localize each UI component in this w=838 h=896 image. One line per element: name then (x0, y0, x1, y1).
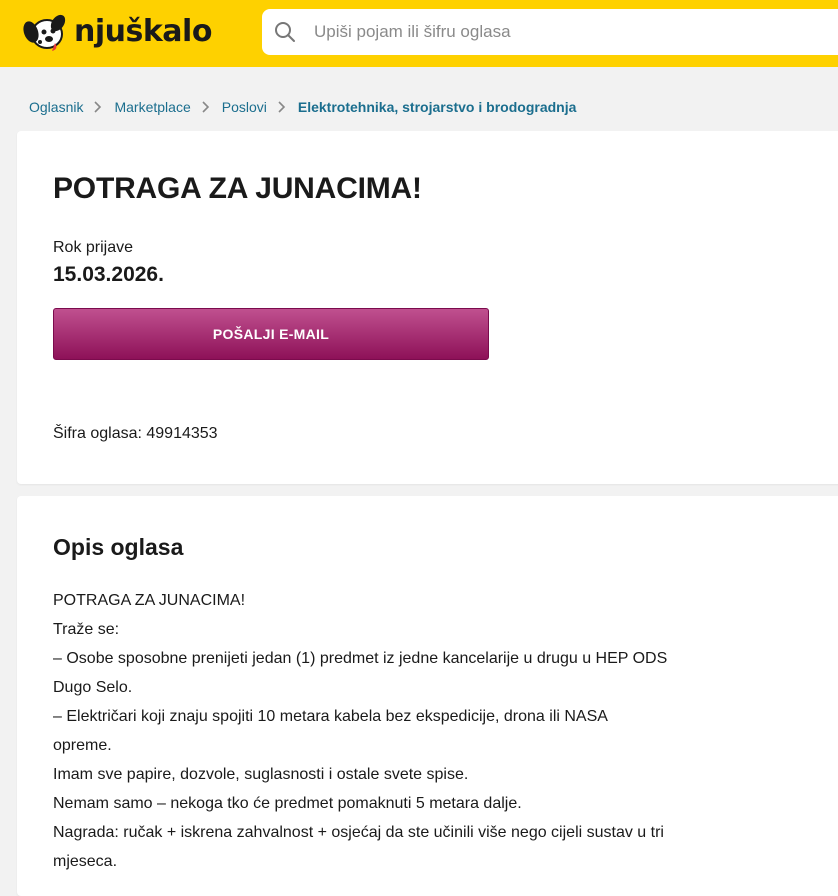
chevron-right-icon (278, 101, 286, 113)
deadline-label: Rok prijave (53, 239, 134, 256)
breadcrumb-item-current-category[interactable]: Elektrotehnika, strojarstvo i brodogradn… (298, 99, 577, 115)
description-title: Opis oglasa (53, 534, 184, 560)
search-input[interactable] (312, 21, 816, 43)
ad-title: POTRAGA ZA JUNACIMA! (53, 172, 422, 205)
description-line: mjeseca. (53, 853, 118, 870)
logo-text: njuškalo (74, 14, 212, 49)
ad-code: Šifra oglasa: 49914353 (53, 425, 218, 442)
dog-logo-icon (23, 14, 66, 51)
site-logo[interactable]: njuškalo (22, 10, 212, 54)
send-email-button[interactable]: POŠALJI E-MAIL (53, 308, 489, 360)
description-line: Traže se: (53, 621, 120, 638)
search-icon[interactable] (274, 21, 296, 43)
description-line: Nagrada: ručak + iskrena zahvalnost + os… (53, 824, 664, 841)
breadcrumb-item-oglasnik[interactable]: Oglasnik (29, 99, 83, 115)
breadcrumb: Oglasnik Marketplace Poslovi Elektrotehn… (29, 99, 576, 115)
chevron-right-icon (94, 101, 102, 113)
breadcrumb-item-poslovi[interactable]: Poslovi (222, 99, 267, 115)
description-body: POTRAGA ZA JUNACIMA! Traže se: – Osobe s… (53, 586, 713, 876)
ad-description-card: Opis oglasa POTRAGA ZA JUNACIMA! Traže s… (17, 496, 838, 896)
site-header: njuškalo (0, 0, 838, 67)
description-line: – Električari koji znaju spojiti 10 meta… (53, 708, 608, 725)
description-line: POTRAGA ZA JUNACIMA! (53, 592, 246, 609)
breadcrumb-item-marketplace[interactable]: Marketplace (114, 99, 190, 115)
description-line: opreme. (53, 737, 112, 754)
description-line: – Osobe sposobne prenijeti jedan (1) pre… (53, 650, 668, 667)
ad-summary-card: POTRAGA ZA JUNACIMA! Rok prijave 15.03.2… (17, 131, 838, 484)
description-line: Imam sve papire, dozvole, suglasnosti i … (53, 766, 469, 783)
description-line: Nemam samo – nekoga tko će predmet pomak… (53, 795, 522, 812)
chevron-right-icon (202, 101, 209, 113)
description-line: Dugo Selo. (53, 679, 133, 696)
search-bar (262, 9, 838, 55)
deadline-value: 15.03.2026. (53, 263, 164, 286)
